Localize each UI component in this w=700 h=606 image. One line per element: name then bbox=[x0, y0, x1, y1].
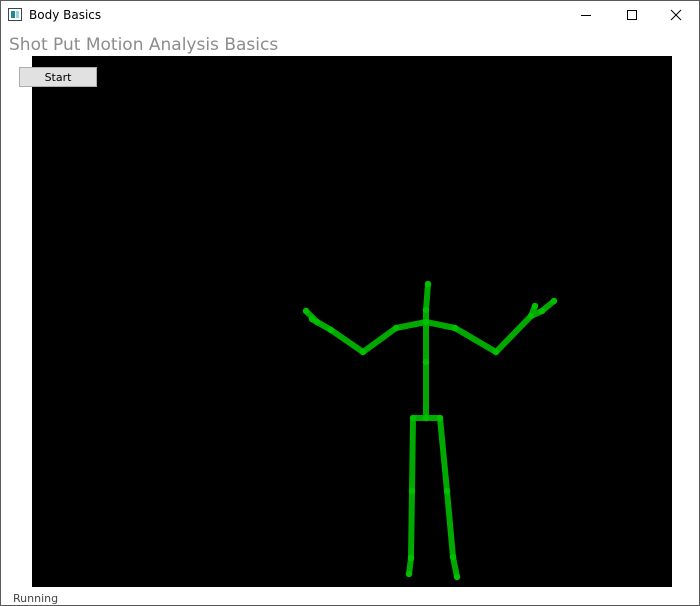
joint-wrL bbox=[327, 326, 335, 334]
joint-shR bbox=[451, 324, 459, 332]
app-window: Body Basics Shot Put Motion Analysis Bas… bbox=[0, 0, 700, 606]
joint-shL bbox=[392, 324, 400, 332]
joint-knR bbox=[443, 487, 451, 495]
joint-haR bbox=[538, 307, 546, 315]
joint-shoulderC bbox=[422, 318, 430, 326]
minimize-icon bbox=[581, 15, 591, 16]
close-button[interactable] bbox=[653, 1, 699, 29]
bone-elL-wrL bbox=[328, 327, 366, 355]
joint-elL bbox=[359, 348, 367, 356]
bone-shoulderC-shR bbox=[423, 319, 458, 331]
bone-knL-anL bbox=[408, 488, 415, 561]
bone-elR-wrR bbox=[493, 313, 534, 355]
joint-anL bbox=[407, 554, 415, 562]
skeleton-view bbox=[302, 280, 558, 581]
bone-hipR-knR bbox=[437, 415, 450, 494]
body-tracking-canvas bbox=[32, 56, 672, 587]
maximize-button[interactable] bbox=[609, 1, 655, 29]
joint-head bbox=[424, 280, 432, 288]
status-text: Running bbox=[13, 592, 59, 605]
close-icon bbox=[670, 9, 682, 21]
bone-knR-anR bbox=[444, 488, 456, 560]
page-title: Shot Put Motion Analysis Basics bbox=[9, 35, 279, 55]
joint-wrR bbox=[527, 312, 535, 320]
joint-hipR bbox=[436, 414, 444, 422]
joint-knL bbox=[408, 487, 416, 495]
joint-ftR bbox=[453, 573, 461, 581]
minimize-button[interactable] bbox=[563, 1, 609, 29]
bone-head-neck bbox=[423, 281, 431, 313]
title-bar[interactable]: Body Basics bbox=[1, 1, 699, 29]
joint-anR bbox=[449, 553, 457, 561]
app-window-icon bbox=[8, 8, 22, 21]
bone-shoulderC-shL bbox=[393, 319, 429, 331]
joint-thR bbox=[531, 302, 539, 310]
joint-tipR bbox=[550, 297, 558, 305]
joint-neck bbox=[422, 306, 430, 314]
bone-shR-elR bbox=[452, 325, 499, 355]
joint-spineB bbox=[422, 414, 430, 422]
joint-spineM bbox=[422, 358, 430, 366]
start-button[interactable]: Start bbox=[19, 67, 97, 87]
maximize-icon bbox=[627, 10, 637, 20]
joint-tipL bbox=[302, 307, 310, 315]
joint-elR bbox=[492, 348, 500, 356]
joint-thL bbox=[308, 315, 316, 323]
window-title: Body Basics bbox=[29, 8, 102, 22]
joint-hipL bbox=[409, 414, 417, 422]
bone-shL-elL bbox=[360, 325, 399, 355]
joint-ftL bbox=[405, 570, 413, 578]
bone-hipL-knL bbox=[409, 415, 416, 494]
